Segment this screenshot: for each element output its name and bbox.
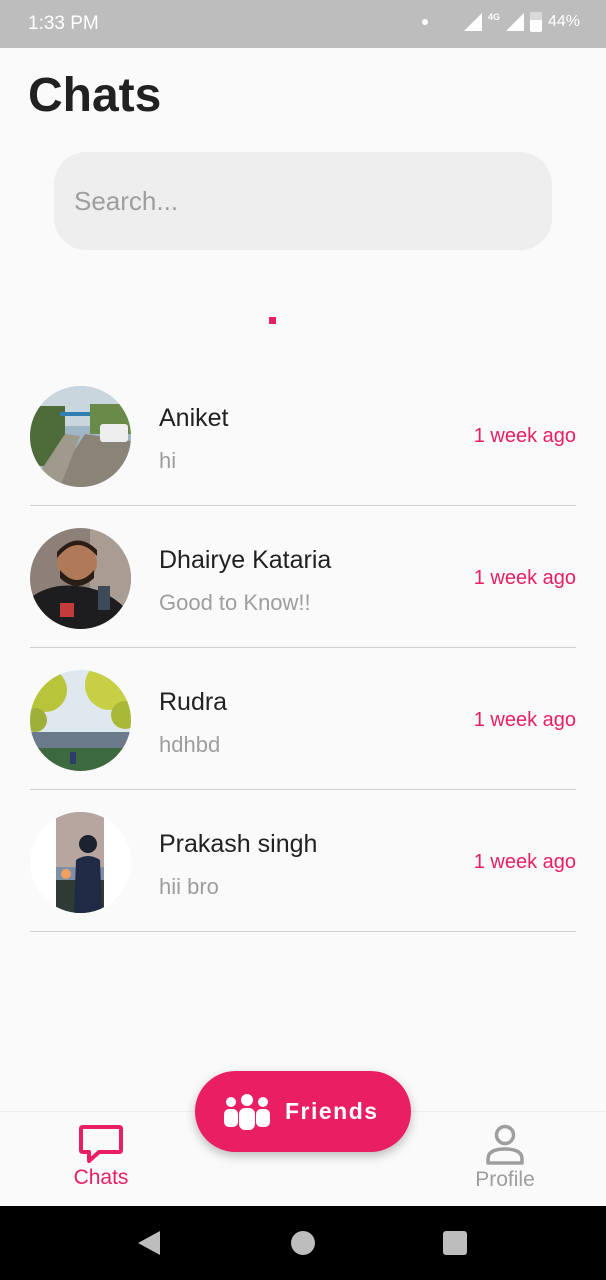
back-icon[interactable] (138, 1231, 160, 1255)
signal-icon (463, 13, 482, 31)
avatar (30, 386, 131, 487)
network-type: 4G (487, 12, 500, 22)
group-icon (224, 1093, 270, 1130)
chat-time: 1 week ago (473, 709, 576, 731)
chat-name: Dhairye Kataria (159, 546, 332, 574)
chat-preview: hdhbd (159, 732, 221, 757)
avatar (30, 528, 131, 629)
chat-list: Aniket hi 1 week ago Dhairye Kataria Goo… (30, 364, 576, 932)
chat-name: Rudra (159, 688, 228, 716)
status-indicators: 4G 44% (421, 12, 580, 32)
chat-row-rudra[interactable]: Rudra hdhbd 1 week ago (30, 648, 576, 790)
status-time: 1:33 PM (28, 13, 99, 34)
loading-indicator (269, 317, 276, 324)
friends-button[interactable]: Friends (195, 1071, 411, 1152)
person-icon (486, 1124, 524, 1165)
chat-time: 1 week ago (473, 567, 576, 589)
chat-preview: Good to Know!! (159, 590, 311, 615)
chat-preview: hii bro (159, 874, 219, 899)
nav-profile[interactable]: Profile (445, 1124, 565, 1192)
chat-time: 1 week ago (473, 851, 576, 873)
chat-time: 1 week ago (473, 425, 576, 447)
battery-percent: 44% (547, 13, 580, 30)
search-input[interactable] (54, 152, 552, 250)
chat-name: Aniket (159, 404, 229, 432)
notification-dot-icon (421, 19, 428, 25)
nav-chats[interactable]: Chats (41, 1124, 161, 1190)
avatar (30, 670, 131, 771)
avatar (30, 812, 131, 913)
status-bar: 1:33 PM 4G 44% (0, 0, 606, 48)
chat-row-dhairye-kataria[interactable]: Dhairye Kataria Good to Know!! 1 week ag… (30, 506, 576, 648)
chat-preview: hi (159, 448, 177, 473)
nav-chats-label: Chats (73, 1166, 129, 1189)
system-nav-bar (0, 1206, 606, 1280)
chat-bubble-icon (79, 1125, 123, 1163)
chat-row-aniket[interactable]: Aniket hi 1 week ago (30, 364, 576, 506)
friends-button-label: Friends (285, 1098, 379, 1124)
chat-row-prakash-singh[interactable]: Prakash singh hii bro 1 week ago (30, 790, 576, 932)
battery-icon (529, 12, 542, 32)
signal-icon-2 (505, 13, 524, 31)
nav-profile-label: Profile (475, 1168, 535, 1191)
recents-icon[interactable] (443, 1231, 467, 1255)
home-icon[interactable] (291, 1231, 315, 1255)
page-title: Chats (28, 69, 162, 122)
chat-name: Prakash singh (159, 830, 318, 858)
